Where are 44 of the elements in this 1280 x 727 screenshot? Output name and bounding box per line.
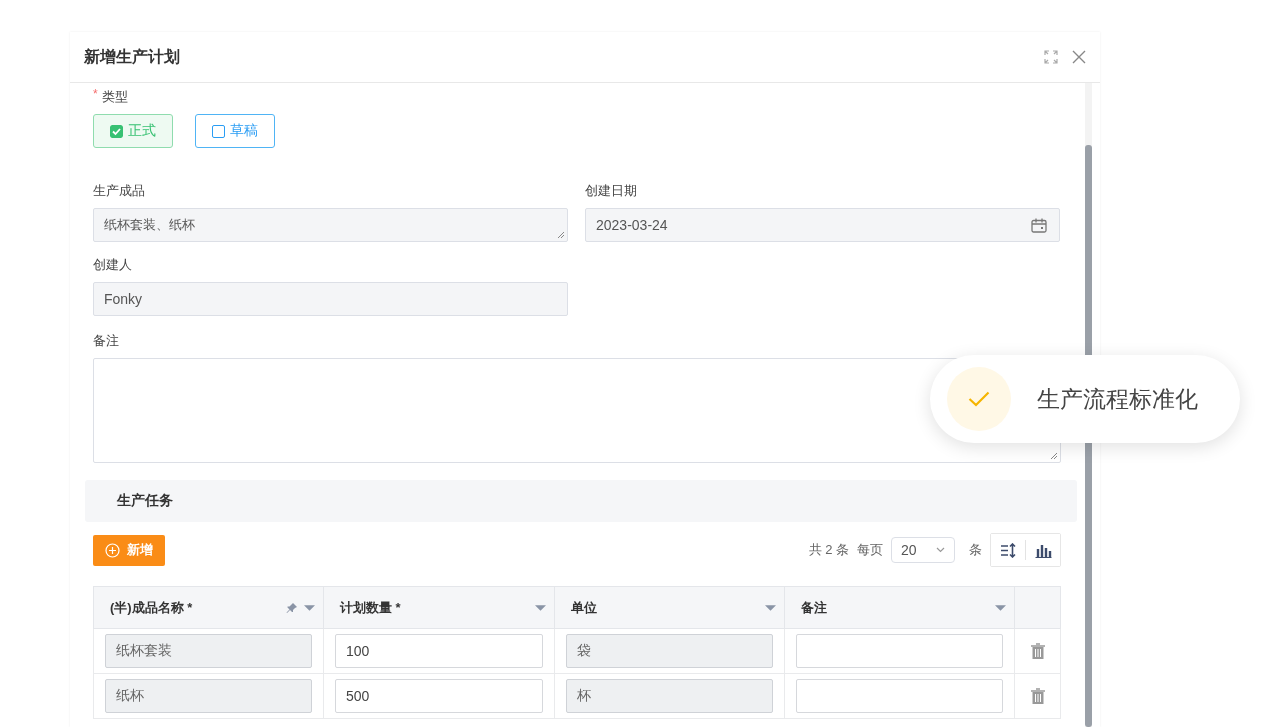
fullscreen-icon[interactable]	[1044, 50, 1058, 64]
close-icon[interactable]	[1072, 50, 1086, 64]
column-header: 备注	[801, 598, 828, 617]
creator-field[interactable]: Fonky	[93, 282, 568, 316]
table-cell-field[interactable]	[796, 679, 1003, 713]
toast-message: 生产流程标准化	[1037, 384, 1198, 414]
chevron-down-icon	[936, 547, 945, 553]
column-header: 单位	[571, 598, 598, 617]
resize-grip-icon	[1050, 452, 1058, 460]
per-page-label: 每页	[857, 541, 883, 559]
dropdown-caret-icon[interactable]	[304, 604, 315, 611]
page-unit-label: 条	[969, 541, 982, 559]
calendar-icon	[1031, 218, 1047, 233]
checkbox-icon	[212, 124, 225, 138]
plus-circle-icon	[105, 542, 120, 558]
required-asterisk: *	[93, 87, 98, 101]
section-header: 生产任务	[85, 480, 1077, 522]
table-cell-field[interactable]	[796, 634, 1003, 668]
field-label: 创建日期	[585, 182, 638, 200]
column-header: 计划数量 *	[340, 598, 402, 617]
type-label: 类型	[101, 88, 128, 106]
dropdown-caret-icon[interactable]	[765, 604, 776, 611]
field-label: 生产成品	[93, 182, 146, 200]
trash-icon[interactable]	[1030, 643, 1045, 659]
page-size-select[interactable]: 20	[891, 537, 955, 563]
resize-grip-icon	[557, 231, 565, 239]
checkmark-icon	[968, 391, 990, 407]
field-label: 创建人	[93, 256, 133, 274]
column-header: (半)成品名称 *	[110, 598, 194, 617]
dialog-title: 新增生产计划	[84, 46, 181, 67]
row-height-icon	[999, 542, 1017, 558]
trash-icon[interactable]	[1030, 688, 1045, 704]
total-count: 共 2 条	[808, 541, 849, 559]
product-field[interactable]: 纸杯套装、纸杯	[93, 208, 568, 242]
dropdown-caret-icon[interactable]	[535, 604, 546, 611]
bar-chart-icon	[1034, 542, 1052, 558]
checkbox-checked-icon	[110, 124, 123, 138]
date-field[interactable]: 2023-03-24	[585, 208, 1060, 242]
table-cell-field[interactable]: 500	[335, 679, 543, 713]
remarks-label: 备注	[93, 332, 120, 350]
pin-icon[interactable]	[286, 601, 298, 614]
dropdown-caret-icon[interactable]	[995, 604, 1006, 611]
type-option[interactable]: 草稿	[195, 114, 275, 148]
table-cell-field[interactable]: 100	[335, 634, 543, 668]
